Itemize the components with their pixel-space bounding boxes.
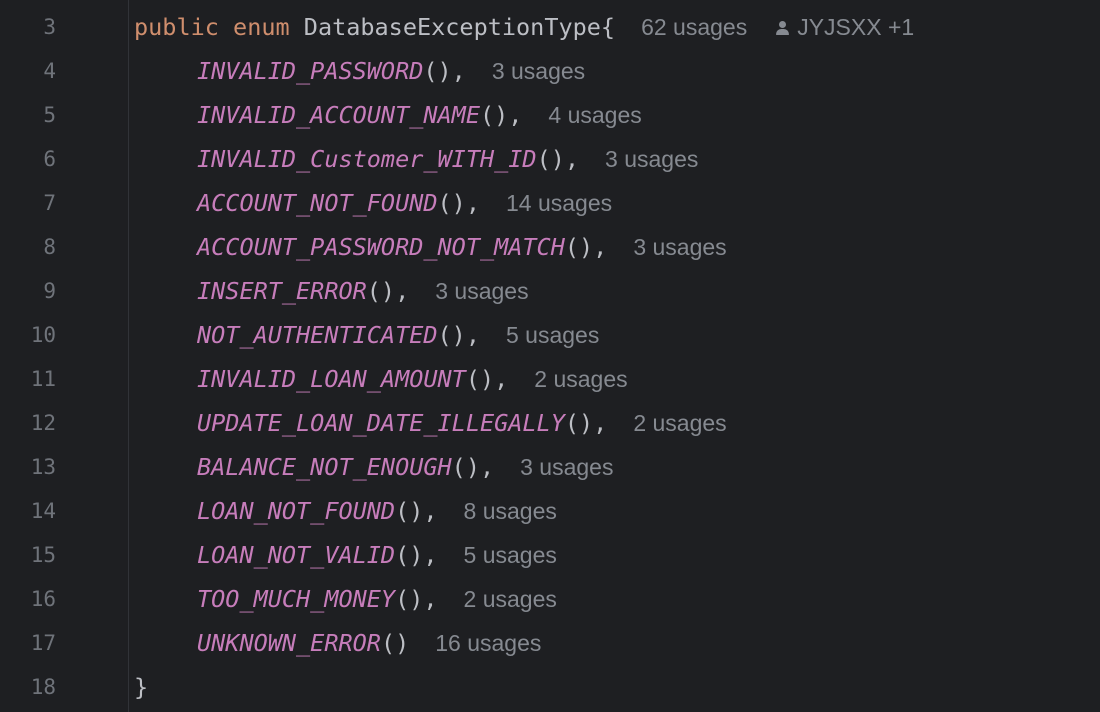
line-number: 5	[43, 103, 56, 127]
line-number: 11	[30, 367, 56, 391]
constructor-call: (),	[479, 101, 523, 129]
constructor-call: (),	[465, 365, 509, 393]
enum-constant-entry[interactable]: UNKNOWN_ERROR() 16 usages	[197, 629, 541, 657]
usages-hint[interactable]: 3 usages	[520, 454, 613, 480]
enum-constant-entry[interactable]: INSERT_ERROR(), 3 usages	[197, 277, 529, 305]
constructor-call: (),	[395, 585, 438, 613]
enum-constant-name[interactable]: BALANCE_NOT_ENOUGH	[197, 453, 452, 481]
usages-hint[interactable]: 4 usages	[548, 102, 641, 128]
constructor-call: (),	[423, 57, 466, 85]
code-line[interactable]: 18 }	[0, 665, 1100, 709]
code-line[interactable]: 13 BALANCE_NOT_ENOUGH(), 3 usages	[0, 445, 1100, 489]
usages-hint[interactable]: 14 usages	[506, 190, 612, 216]
code-line[interactable]: 6 INVALID_Customer_WITH_ID(), 3 usages	[0, 137, 1100, 181]
usages-hint[interactable]: 3 usages	[633, 234, 726, 260]
usages-hint[interactable]: 62 usages	[641, 14, 747, 40]
line-number: 12	[30, 411, 56, 435]
usages-hint[interactable]: 2 usages	[534, 366, 627, 392]
code-line[interactable]: 11 INVALID_LOAN_AMOUNT(), 2 usages	[0, 357, 1100, 401]
line-number: 16	[30, 587, 56, 611]
code-line[interactable]: 16 TOO_MUCH_MONEY(), 2 usages	[0, 577, 1100, 621]
line-number: 13	[30, 455, 56, 479]
usages-hint[interactable]: 2 usages	[464, 586, 557, 612]
enum-constant-entry[interactable]: TOO_MUCH_MONEY(), 2 usages	[197, 585, 557, 613]
enum-constant-entry[interactable]: UPDATE_LOAN_DATE_ILLEGALLY(), 2 usages	[197, 409, 727, 437]
author-name: JYJSXX +1	[797, 14, 915, 40]
usages-hint[interactable]: 2 usages	[633, 410, 726, 436]
enum-constant-entry[interactable]: ACCOUNT_PASSWORD_NOT_MATCH(), 3 usages	[197, 233, 727, 261]
constructor-call: (),	[564, 409, 608, 437]
enum-constant-name[interactable]: LOAN_NOT_FOUND	[197, 497, 395, 525]
enum-declaration[interactable]: public enum DatabaseExceptionType{62 usa…	[134, 13, 914, 41]
code-editor[interactable]: 3 public enum DatabaseExceptionType{62 u…	[0, 0, 1100, 712]
enum-type-name[interactable]: DatabaseExceptionType	[304, 13, 601, 41]
usages-hint[interactable]: 8 usages	[464, 498, 557, 524]
enum-constant-name[interactable]: INVALID_LOAN_AMOUNT	[197, 365, 466, 393]
line-number: 7	[43, 191, 56, 215]
usages-hint[interactable]: 3 usages	[492, 58, 585, 84]
code-line[interactable]: 3 public enum DatabaseExceptionType{62 u…	[0, 5, 1100, 49]
enum-constant-entry[interactable]: NOT_AUTHENTICATED(), 5 usages	[197, 321, 599, 349]
enum-constant-name[interactable]: INVALID_ACCOUNT_NAME	[197, 101, 480, 129]
enum-constant-name[interactable]: NOT_AUTHENTICATED	[197, 321, 438, 349]
enum-constant-name[interactable]: ACCOUNT_PASSWORD_NOT_MATCH	[197, 233, 565, 261]
line-number: 15	[30, 543, 56, 567]
constructor-call: (),	[564, 233, 608, 261]
enum-constant-name[interactable]: UNKNOWN_ERROR	[197, 629, 381, 657]
open-brace: {	[600, 13, 616, 41]
enum-constant-entry[interactable]: INVALID_ACCOUNT_NAME(), 4 usages	[197, 101, 642, 129]
constructor-call: (),	[536, 145, 580, 173]
code-line[interactable]: 4 INVALID_PASSWORD(), 3 usages	[0, 49, 1100, 93]
usages-hint[interactable]: 3 usages	[605, 146, 698, 172]
enum-constant-entry[interactable]: ACCOUNT_NOT_FOUND(), 14 usages	[197, 189, 612, 217]
usages-hint[interactable]: 5 usages	[464, 542, 557, 568]
enum-constant-name[interactable]: INVALID_PASSWORD	[197, 57, 423, 85]
line-number: 18	[30, 675, 56, 699]
code-line[interactable]: 14 LOAN_NOT_FOUND(), 8 usages	[0, 489, 1100, 533]
enum-constant-entry[interactable]: INVALID_LOAN_AMOUNT(), 2 usages	[197, 365, 628, 393]
enum-constant-name[interactable]: ACCOUNT_NOT_FOUND	[197, 189, 438, 217]
keyword-public: public	[134, 13, 219, 41]
enum-constant-name[interactable]: INVALID_Customer_WITH_ID	[197, 145, 537, 173]
code-line[interactable]: 12 UPDATE_LOAN_DATE_ILLEGALLY(), 2 usages	[0, 401, 1100, 445]
constructor-call: (),	[395, 541, 438, 569]
enum-constant-entry[interactable]: BALANCE_NOT_ENOUGH(), 3 usages	[197, 453, 613, 481]
constructor-call: (),	[366, 277, 410, 305]
constructor-call: ()	[380, 629, 410, 657]
enum-constant-name[interactable]: LOAN_NOT_VALID	[197, 541, 395, 569]
enum-constant-entry[interactable]: INVALID_PASSWORD(), 3 usages	[197, 57, 585, 85]
constructor-call: (),	[395, 497, 438, 525]
usages-hint[interactable]: 3 usages	[435, 278, 528, 304]
usages-hint[interactable]: 5 usages	[506, 322, 599, 348]
line-number: 4	[43, 59, 56, 83]
code-line[interactable]: 17 UNKNOWN_ERROR() 16 usages	[0, 621, 1100, 665]
code-line[interactable]: 9 INSERT_ERROR(), 3 usages	[0, 269, 1100, 313]
code-line[interactable]: 7 ACCOUNT_NOT_FOUND(), 14 usages	[0, 181, 1100, 225]
code-line[interactable]: 15 LOAN_NOT_VALID(), 5 usages	[0, 533, 1100, 577]
closing-brace: }	[134, 673, 149, 701]
line-number: 17	[30, 631, 56, 655]
enum-constant-entry[interactable]: INVALID_Customer_WITH_ID(), 3 usages	[197, 145, 698, 173]
line-number: 14	[30, 499, 56, 523]
constructor-call: (),	[437, 189, 480, 217]
constructor-call: (),	[437, 321, 480, 349]
constructor-call: (),	[451, 453, 495, 481]
enum-constant-name[interactable]: TOO_MUCH_MONEY	[197, 585, 395, 613]
enum-constant-entry[interactable]: LOAN_NOT_VALID(), 5 usages	[197, 541, 557, 569]
enum-constant-name[interactable]: INSERT_ERROR	[197, 277, 367, 305]
line-number: 6	[43, 147, 56, 171]
line-number: 10	[30, 323, 56, 347]
person-icon	[775, 20, 790, 36]
enum-constant-entry[interactable]: LOAN_NOT_FOUND(), 8 usages	[197, 497, 557, 525]
code-line[interactable]: 8 ACCOUNT_PASSWORD_NOT_MATCH(), 3 usages	[0, 225, 1100, 269]
author-hint[interactable]: JYJSXX +1	[775, 14, 914, 40]
line-number: 3	[43, 15, 56, 39]
line-number: 8	[43, 235, 56, 259]
keyword-enum: enum	[233, 13, 290, 41]
line-number: 9	[43, 279, 56, 303]
code-line[interactable]: 5 INVALID_ACCOUNT_NAME(), 4 usages	[0, 93, 1100, 137]
enum-constant-name[interactable]: UPDATE_LOAN_DATE_ILLEGALLY	[197, 409, 565, 437]
code-line[interactable]: 10 NOT_AUTHENTICATED(), 5 usages	[0, 313, 1100, 357]
usages-hint[interactable]: 16 usages	[435, 630, 541, 656]
